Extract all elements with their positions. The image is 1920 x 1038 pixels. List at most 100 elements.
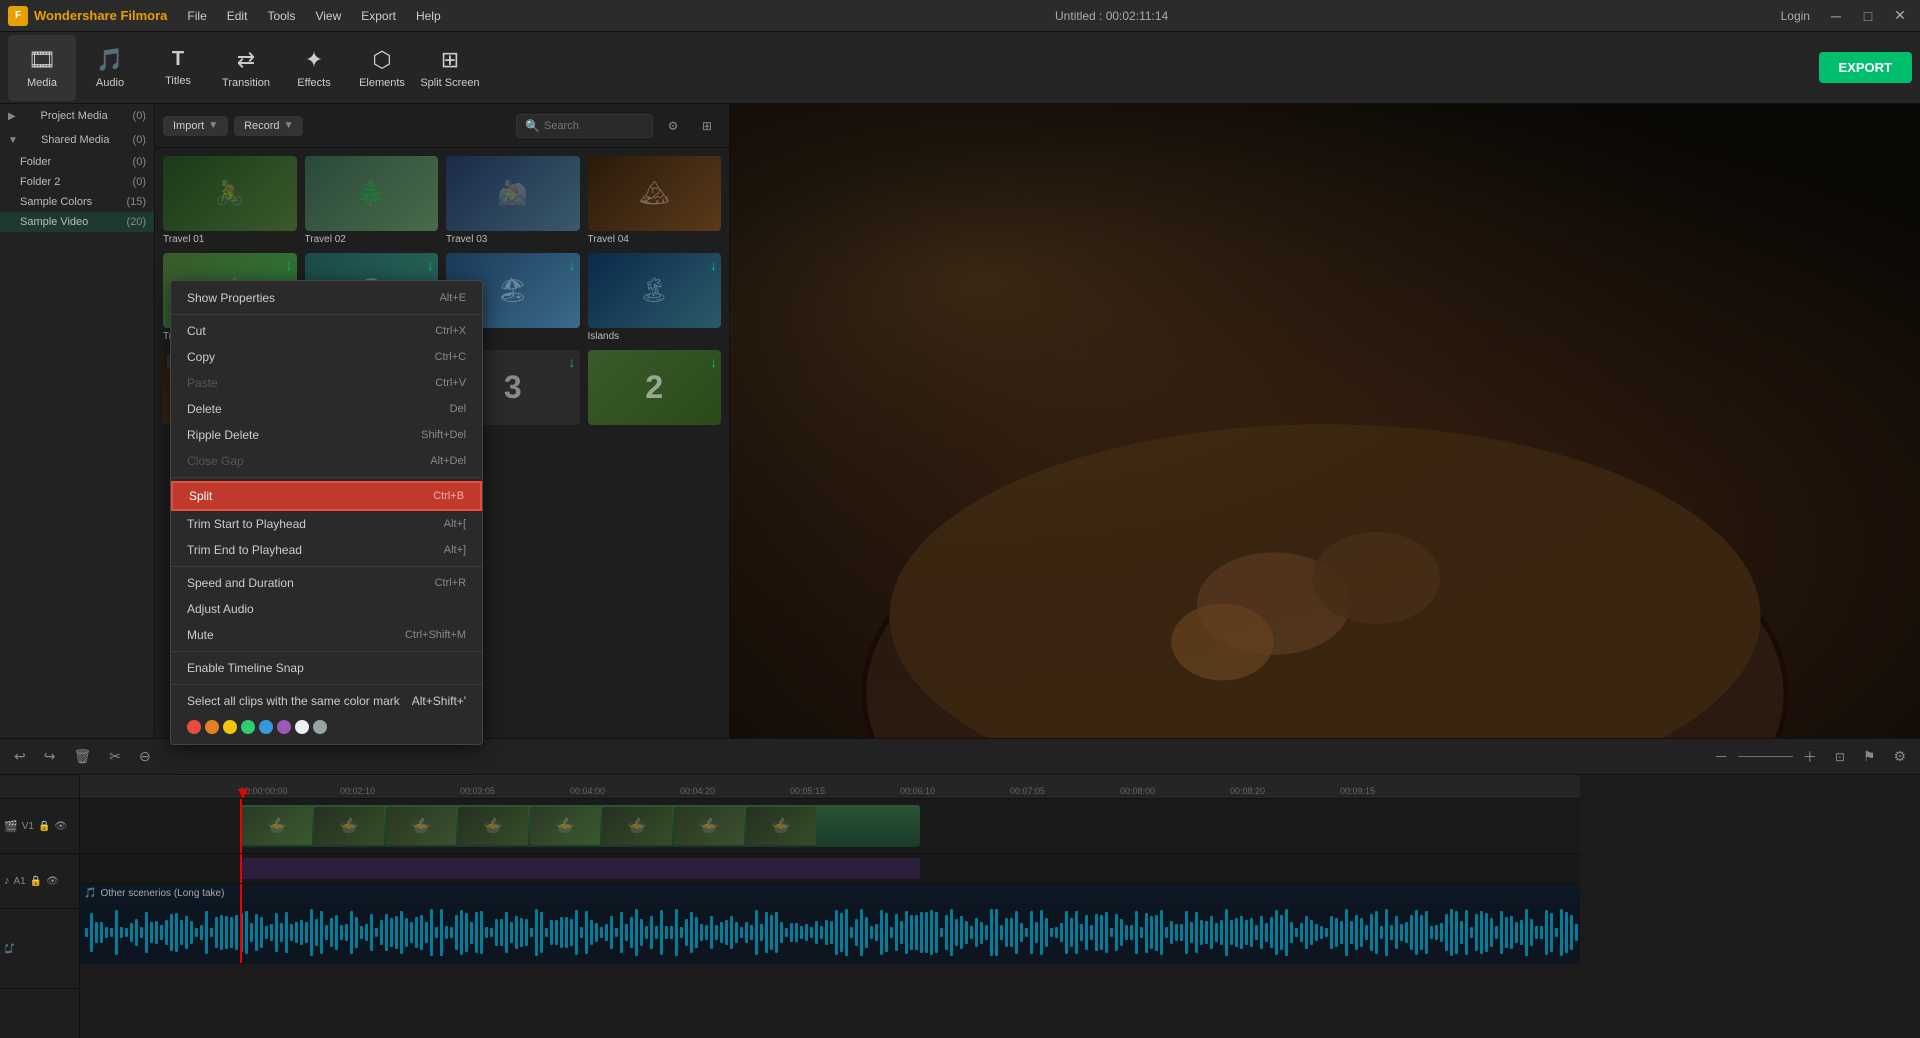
media-thumb-travel04[interactable]: 🏔 — [588, 156, 722, 231]
waveform-bar — [1145, 913, 1148, 953]
waveform-bar — [480, 911, 483, 954]
settings-button[interactable]: ⚙ — [1887, 745, 1912, 768]
waveform-bar — [780, 922, 783, 942]
tool-effects[interactable]: ✦ Effects — [280, 35, 348, 101]
ctx-enable-snap[interactable]: Enable Timeline Snap — [171, 655, 482, 681]
waveform-bar — [765, 912, 768, 953]
color-orange[interactable] — [205, 720, 219, 734]
menu-tools[interactable]: Tools — [259, 7, 303, 25]
project-title: Untitled : 00:02:11:14 — [1055, 9, 1168, 23]
ctx-copy[interactable]: Copy Ctrl+C — [171, 344, 482, 370]
maximize-button[interactable]: □ — [1856, 4, 1880, 28]
shared-media-header[interactable]: ▼ Shared Media (0) — [0, 128, 154, 152]
zoom-out-button[interactable]: － — [1708, 744, 1734, 770]
ctx-mute[interactable]: Mute Ctrl+Shift+M — [171, 622, 482, 648]
project-media-header[interactable]: ▶ Project Media (0) — [0, 104, 154, 128]
zoom-control: － ─────── ＋ — [1708, 744, 1823, 770]
color-blue[interactable] — [259, 720, 273, 734]
menu-export[interactable]: Export — [353, 7, 404, 25]
waveform-bar — [1465, 910, 1468, 955]
eye-icon-a1[interactable]: 👁 — [46, 876, 59, 887]
color-yellow[interactable] — [223, 720, 237, 734]
filter-button[interactable]: ⚙ — [659, 112, 687, 140]
grid-view-button[interactable]: ⊞ — [693, 112, 721, 140]
eye-icon-v1[interactable]: 👁 — [54, 821, 67, 832]
media-thumb-travel02[interactable]: 🌲 — [305, 156, 439, 231]
menu-file[interactable]: File — [179, 7, 214, 25]
waveform-bar — [605, 924, 608, 940]
zoom-in-button[interactable]: ＋ — [1797, 744, 1823, 770]
waveform-bar — [835, 910, 838, 955]
lock-icon-a1[interactable]: 🔒 — [30, 876, 42, 887]
ctx-adjust-audio[interactable]: Adjust Audio — [171, 596, 482, 622]
menu-view[interactable]: View — [307, 7, 349, 25]
ctx-split[interactable]: Split Ctrl+B — [171, 481, 482, 511]
ctx-trim-start[interactable]: Trim Start to Playhead Alt+[ — [171, 511, 482, 537]
sample-video-item[interactable]: Sample Video (20) — [0, 212, 154, 232]
tool-elements[interactable]: ⬡ Elements — [348, 35, 416, 101]
ctx-delete[interactable]: Delete Del — [171, 396, 482, 422]
download-icon-islands: ↓ — [710, 257, 717, 273]
sample-colors-item[interactable]: Sample Colors (15) — [0, 192, 154, 212]
media-thumb-islands[interactable]: 🏝 ↓ — [588, 253, 722, 328]
grid-icon: ⊞ — [702, 119, 712, 133]
waveform-bar — [995, 909, 998, 956]
record-button[interactable]: Record ▼ — [234, 116, 303, 136]
redo-button[interactable]: ↪ — [38, 745, 62, 768]
minimize-button[interactable]: ─ — [1824, 4, 1848, 28]
menu-help[interactable]: Help — [408, 7, 449, 25]
waveform-bar — [200, 925, 203, 940]
login-button[interactable]: Login — [1775, 7, 1816, 25]
search-input[interactable] — [544, 120, 644, 132]
clip-thumb-8: 🍲 — [746, 807, 816, 845]
tool-audio[interactable]: 🎵 Audio — [76, 35, 144, 101]
waveform-bar — [270, 924, 273, 942]
color-red[interactable] — [187, 720, 201, 734]
color-green[interactable] — [241, 720, 255, 734]
close-button[interactable]: ✕ — [1888, 4, 1912, 28]
waveform-bar — [855, 919, 858, 945]
color-gray[interactable] — [313, 720, 327, 734]
waveform-bar — [1400, 924, 1403, 942]
fit-timeline-button[interactable]: ⊡ — [1829, 747, 1851, 767]
undo-button[interactable]: ↩ — [8, 745, 32, 768]
media-thumb-travel01[interactable]: 🚴 — [163, 156, 297, 231]
video-clip[interactable]: 🍲 🍲 🍲 🍲 🍲 🍲 🍲 🍲 — [240, 805, 920, 847]
color-purple[interactable] — [277, 720, 291, 734]
import-button[interactable]: Import ▼ — [163, 116, 228, 136]
folder-label: Folder — [20, 156, 51, 168]
waveform-bar — [1525, 909, 1528, 955]
waveform-bar — [1320, 926, 1323, 939]
menu-edit[interactable]: Edit — [219, 7, 256, 25]
ctx-show-properties[interactable]: Show Properties Alt+E — [171, 285, 482, 311]
waveform-bar — [825, 920, 828, 945]
media-thumb-count2[interactable]: 2 ↓ — [588, 350, 722, 425]
transition-label: Transition — [222, 77, 270, 89]
ctx-ripple-delete[interactable]: Ripple Delete Shift+Del — [171, 422, 482, 448]
ripple-delete-button[interactable]: ⊖ — [133, 745, 157, 768]
waveform-bar — [180, 920, 183, 945]
media-thumb-travel03[interactable]: 🚵 — [446, 156, 580, 231]
shared-media-count: (0) — [133, 134, 146, 146]
waveform-bar — [570, 919, 573, 946]
tool-media[interactable]: 🎞 Media — [8, 35, 76, 101]
markers-button[interactable]: ⚑ — [1857, 745, 1882, 768]
tool-transition[interactable]: ⇄ Transition — [212, 35, 280, 101]
tool-titles[interactable]: T Titles — [144, 35, 212, 101]
waveform-bar — [895, 914, 898, 950]
ctx-trim-end[interactable]: Trim End to Playhead Alt+] — [171, 537, 482, 563]
color-white[interactable] — [295, 720, 309, 734]
waveform-bar — [1415, 910, 1418, 955]
folder2-item[interactable]: Folder 2 (0) — [0, 172, 154, 192]
tracks-area[interactable]: 00:00:00:00 00:02:10 00:03:05 00:04:00 0… — [80, 775, 1920, 1038]
ctx-cut[interactable]: Cut Ctrl+X — [171, 318, 482, 344]
ctx-speed-duration[interactable]: Speed and Duration Ctrl+R — [171, 570, 482, 596]
folder-item[interactable]: Folder (0) — [0, 152, 154, 172]
waveform-bar — [830, 921, 833, 944]
lock-icon-v1[interactable]: 🔒 — [38, 821, 50, 832]
tool-split-screen[interactable]: ⊞ Split Screen — [416, 35, 484, 101]
split-button[interactable]: ✂ — [103, 745, 127, 768]
waveform-bar — [1365, 925, 1368, 941]
delete-clip-button[interactable]: 🗑 — [67, 745, 97, 768]
export-button[interactable]: EXPORT — [1819, 52, 1912, 83]
